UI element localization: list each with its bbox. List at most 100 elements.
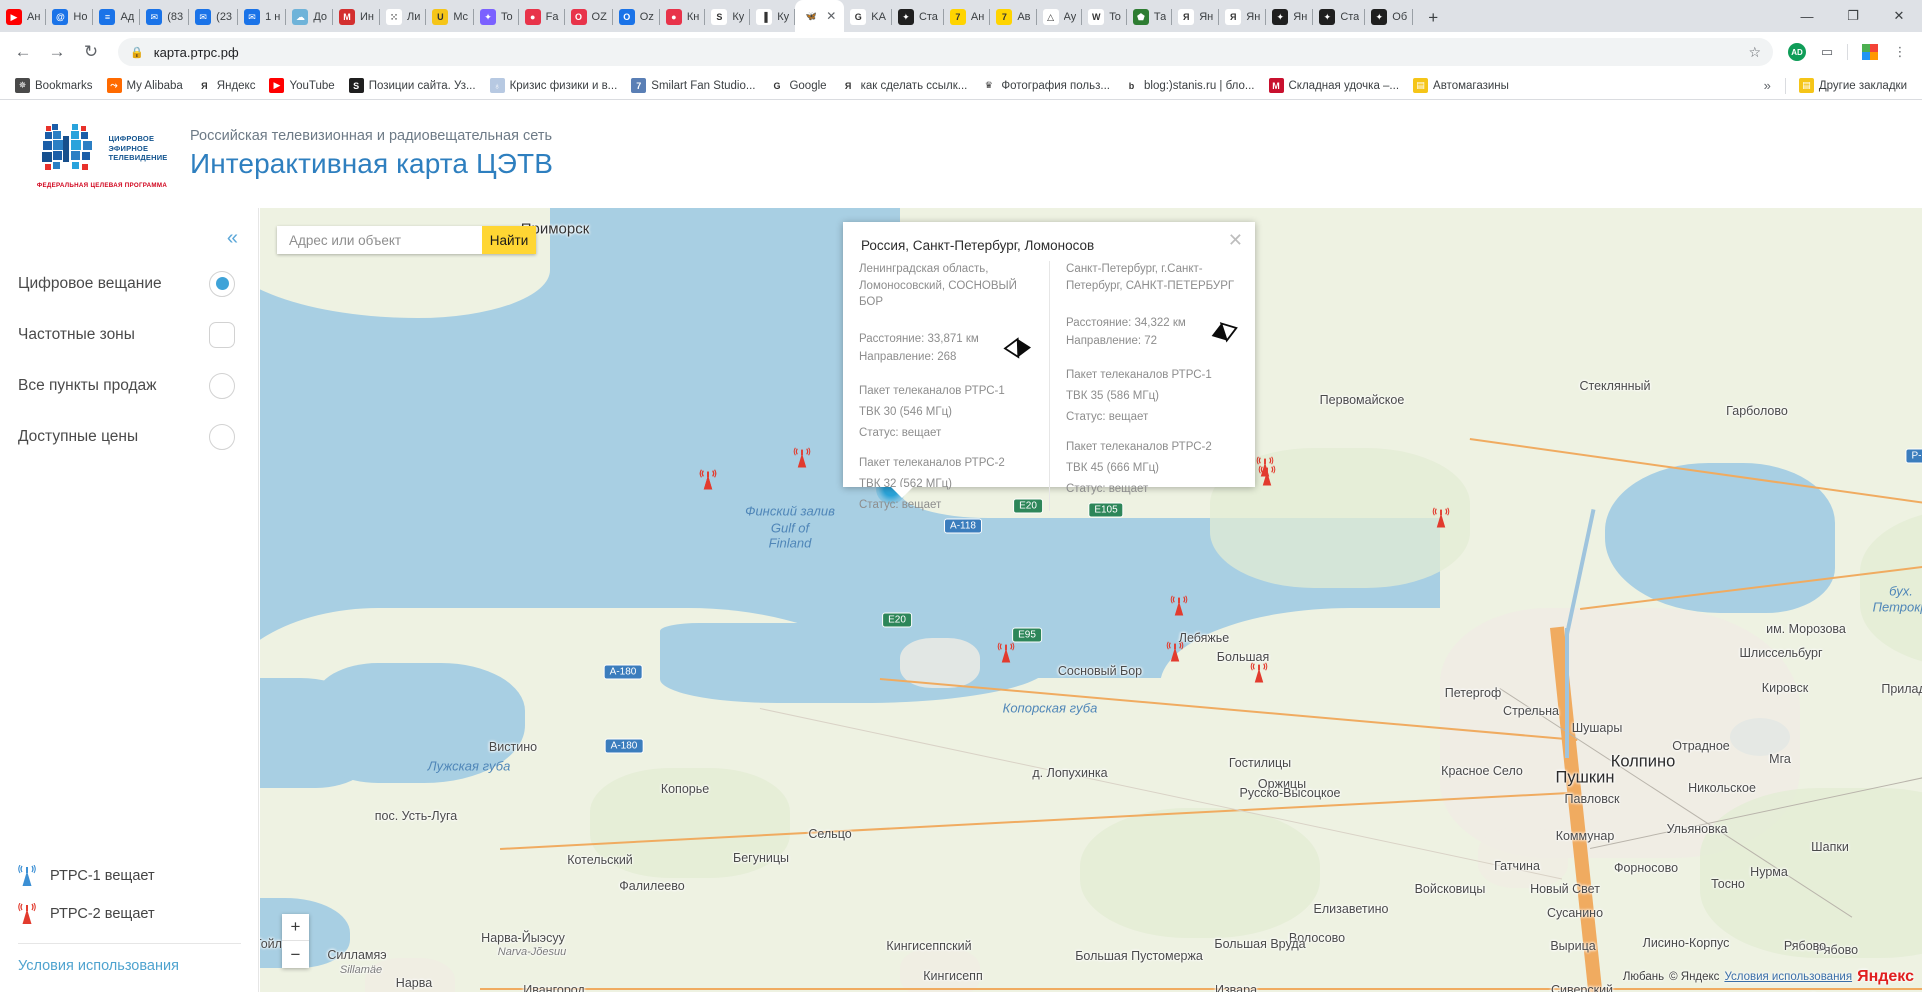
browser-tab[interactable]: O Oz [613, 2, 660, 32]
forward-button[interactable]: → [42, 37, 72, 67]
browser-tab[interactable]: ▐ Ку [750, 2, 796, 32]
bookmark-item[interactable]: G Google [762, 75, 833, 97]
minimize-button[interactable]: — [1784, 0, 1830, 32]
browser-tab[interactable]: 7 Ан [944, 2, 991, 32]
filter-radio[interactable] [209, 423, 235, 450]
address-bar[interactable]: 🔒 карта.ртрс.рф ☆ [118, 38, 1773, 66]
popup-close-button[interactable]: ✕ [1228, 231, 1243, 249]
browser-tab[interactable]: Я Ян [1219, 2, 1267, 32]
filter-row[interactable]: Все пункты продаж [0, 360, 259, 411]
close-tab-icon[interactable]: ✕ [826, 9, 836, 23]
filter-radio[interactable] [209, 321, 235, 348]
browser-tab[interactable]: ✉ (23 [189, 2, 238, 32]
tab-label: Fa [545, 11, 559, 23]
filter-radio[interactable] [209, 372, 235, 399]
filter-row[interactable]: Доступные цены [0, 411, 259, 462]
filter-radio[interactable] [209, 270, 235, 297]
filter-row[interactable]: Цифровое вещание [0, 258, 259, 309]
browser-tab[interactable]: Я Ян [1172, 2, 1220, 32]
tv-tower-marker[interactable] [699, 469, 717, 496]
bookmark-item[interactable]: ⤳ My Alibaba [100, 75, 190, 97]
bookmark-star-icon[interactable]: ☆ [1748, 44, 1761, 61]
bookmark-item[interactable]: M Складная удочка –... [1262, 75, 1407, 97]
land-mass [260, 208, 550, 318]
attribution-terms-link[interactable]: Условия использования [1724, 971, 1852, 983]
browser-tab[interactable]: ⬟ Та [1127, 2, 1173, 32]
browser-tab[interactable]: M Ин [333, 2, 380, 32]
browser-tab[interactable]: U Mc [426, 2, 474, 32]
bookmark-label: Яндекс [216, 79, 256, 92]
browser-tab[interactable]: ● Кн [660, 2, 706, 32]
reload-button[interactable]: ↻ [76, 37, 106, 67]
zoom-out-button[interactable]: − [282, 941, 309, 968]
bookmark-item[interactable]: ▤ Автомагазины [1406, 75, 1516, 97]
browser-tab[interactable]: △ Ау [1037, 2, 1083, 32]
browser-tab[interactable]: ☁ До [286, 2, 333, 32]
tv-tower-marker[interactable] [997, 642, 1015, 669]
road-segment [480, 988, 1922, 990]
back-button[interactable]: ← [8, 37, 38, 67]
extension-icon[interactable] [1856, 38, 1884, 66]
browser-tab[interactable]: ✉ (83 [140, 2, 190, 32]
tv-tower-marker[interactable] [793, 447, 811, 474]
bookmark-item[interactable]: ♛ Фотография польз... [974, 75, 1117, 97]
bookmark-item[interactable]: ▶ YouTube [262, 75, 341, 97]
maximize-button[interactable]: ❐ [1830, 0, 1876, 32]
browser-menu-button[interactable]: ⋮ [1886, 38, 1914, 66]
map-place-label: Большая Пустомержа [1075, 949, 1203, 963]
bookmark-item[interactable]: Якак сделать ссылк... [834, 75, 975, 97]
browser-tab[interactable]: ● Fa [519, 2, 565, 32]
bookmark-item[interactable]: 7 Smilart Fan Studio... [624, 75, 762, 97]
active-tab[interactable]: 🦋 ✕ [795, 0, 845, 32]
tv-tower-marker[interactable] [1250, 662, 1268, 689]
tv-tower-marker[interactable] [1166, 641, 1184, 668]
map-place-label: Елизаветино [1313, 902, 1389, 916]
browser-tab[interactable]: ✦ To [474, 2, 519, 32]
browser-tab[interactable]: ⁙ Ли [380, 2, 427, 32]
tab-label: Ан [27, 11, 41, 23]
browser-tab[interactable]: ✦ Ста [892, 2, 944, 32]
zoom-in-button[interactable]: + [282, 914, 309, 941]
other-bookmarks-button[interactable]: ▤ Другие закладки [1792, 75, 1914, 97]
filter-row[interactable]: Частотные зоны [0, 309, 259, 360]
tv-tower-marker[interactable] [1170, 595, 1188, 622]
bookmark-item[interactable]: ✵ Bookmarks [8, 75, 100, 97]
bookmarks-overflow-button[interactable]: » [1756, 78, 1779, 93]
tab-label: Ста [1340, 11, 1360, 23]
new-tab-button[interactable]: + [1419, 4, 1447, 32]
browser-tab[interactable]: S Ку [705, 2, 751, 32]
search-input[interactable] [277, 226, 482, 254]
bookmark-favicon: ⤳ [106, 78, 122, 93]
search-button[interactable]: Найти [482, 226, 536, 254]
map-place-label: Копорье [660, 782, 710, 796]
logo-line-1: ЦИФРОВОЕ [108, 134, 155, 144]
terms-of-use-link[interactable]: Условия использования [0, 958, 259, 974]
browser-tab[interactable]: G KA [844, 2, 892, 32]
map-canvas[interactable]: Найти ПриморскПобедаПервомайскоеСтеклянн… [260, 208, 1922, 992]
browser-tab[interactable]: 7 Ав [990, 2, 1037, 32]
browser-tab[interactable]: ✦ Ян [1266, 2, 1314, 32]
browser-tab[interactable]: @ Но [46, 2, 94, 32]
bookmark-item[interactable]: Я Яндекс [190, 75, 263, 97]
close-window-button[interactable]: ✕ [1876, 0, 1922, 32]
browser-tab[interactable]: ≡ Ад [93, 2, 141, 32]
browser-tab[interactable]: ▶ Ан [0, 2, 47, 32]
browser-tab[interactable]: O OZ [565, 2, 614, 32]
browser-tab[interactable]: ✦ Об [1365, 2, 1414, 32]
map-search[interactable]: Найти [277, 226, 536, 254]
w-brand-icon: W [1088, 9, 1105, 25]
bookmark-item[interactable]: S Позиции сайта. Уз... [342, 75, 483, 97]
bookmark-item[interactable]: b blog:)stanis.ru | бло... [1117, 75, 1262, 97]
tv-tower-marker[interactable] [1258, 465, 1276, 492]
legend-label: РТРС-1 вещает [50, 868, 155, 884]
cast-icon[interactable]: ▭ [1813, 38, 1841, 66]
bookmark-label: Smilart Fan Studio... [651, 79, 756, 92]
sidebar-collapse-button[interactable]: « [227, 228, 238, 248]
tv-tower-marker[interactable] [1432, 507, 1450, 534]
site-logo[interactable]: ЦИФРОВОЕ ЭФИРНОЕ ТЕЛЕВИДЕНИЕ ФЕДЕРАЛЬНАЯ… [0, 120, 190, 189]
profile-avatar[interactable]: AD [1783, 38, 1811, 66]
browser-tab[interactable]: ✦ Ста [1313, 2, 1366, 32]
browser-tab[interactable]: ✉ 1 н [238, 2, 287, 32]
browser-tab[interactable]: W To [1082, 2, 1127, 32]
bookmark-item[interactable]: ♁ Кризис физики и в... [483, 75, 625, 97]
